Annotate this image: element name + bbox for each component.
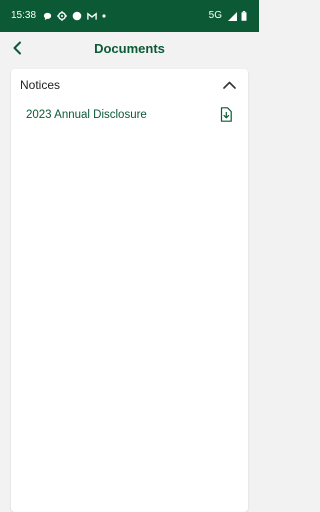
documents-card: Notices 2023 Annual Disclosure — [11, 69, 248, 512]
app-bar: Documents — [0, 32, 259, 66]
document-name[interactable]: 2023 Annual Disclosure — [26, 108, 147, 122]
status-bar: 15:38 5G — [0, 0, 259, 32]
status-notification-icons — [42, 10, 111, 22]
chevron-up-icon[interactable] — [222, 79, 236, 91]
battery-icon — [241, 11, 247, 21]
status-system-icons: 5G — [209, 9, 247, 23]
dot-icon — [102, 11, 106, 21]
network-label: 5G — [208, 10, 222, 21]
notices-section-header[interactable]: Notices — [11, 69, 248, 101]
signal-icon — [228, 11, 237, 21]
download-file-icon[interactable] — [219, 106, 232, 122]
settings-gear-icon — [57, 11, 67, 21]
page-title: Documents — [94, 41, 165, 56]
gmail-icon — [87, 11, 97, 21]
status-time: 15:38 — [11, 10, 37, 21]
circle-icon — [72, 11, 82, 21]
document-row[interactable]: 2023 Annual Disclosure — [11, 103, 248, 127]
chat-bubble-icon — [42, 11, 52, 21]
section-title: Notices — [20, 78, 61, 92]
